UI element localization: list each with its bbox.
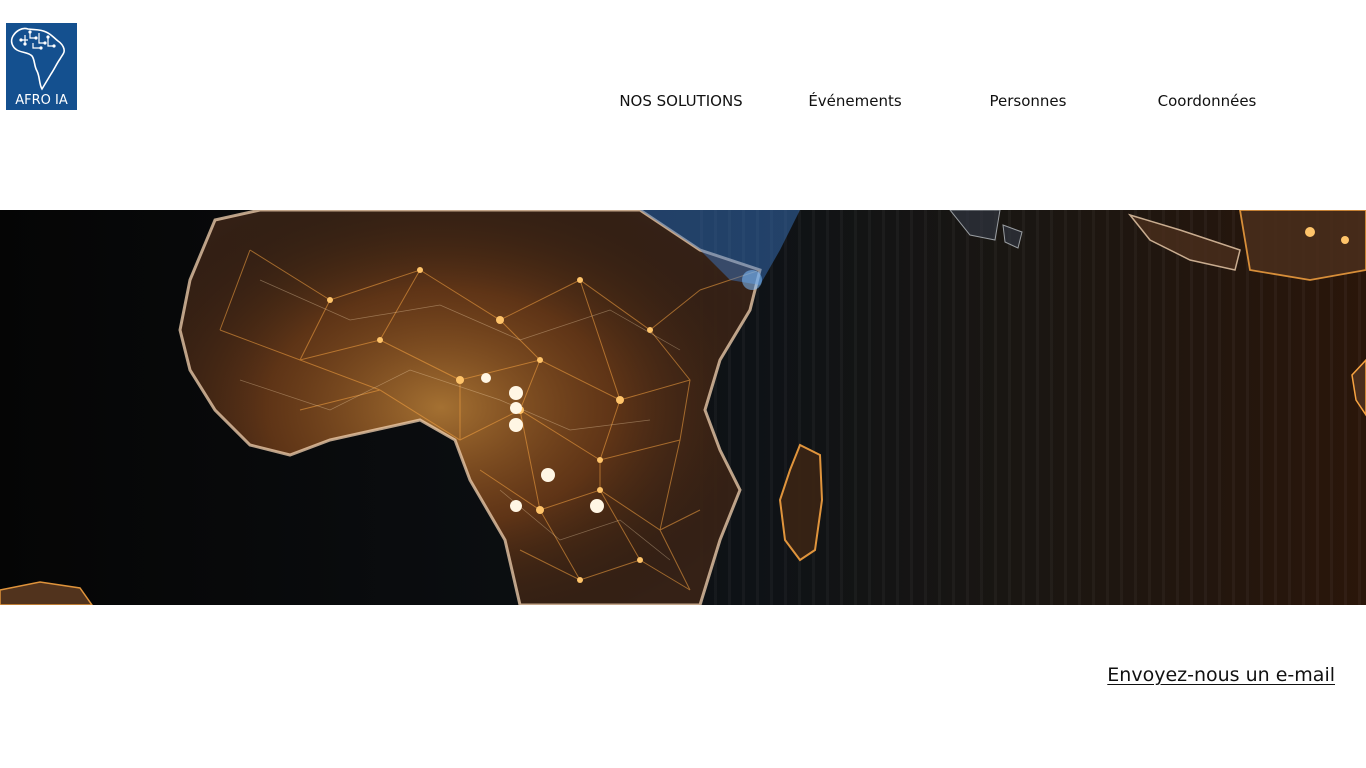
nav-item-personnes[interactable]: Personnes xyxy=(952,90,1104,112)
email-us-link[interactable]: Envoyez-nous un e-mail xyxy=(1107,664,1335,686)
hero-banner xyxy=(0,210,1366,605)
nav-item-coordonnees[interactable]: Coordonnées xyxy=(1128,90,1286,112)
glowing-africa-network-map xyxy=(0,210,1366,605)
main-navigation: NOS SOLUTIONS Événements Personnes Coord… xyxy=(0,90,1366,112)
nav-item-evenements[interactable]: Événements xyxy=(778,90,932,112)
nav-item-solutions[interactable]: NOS SOLUTIONS xyxy=(600,90,762,112)
page: AFRO IA NOS SOLUTIONS Événements Personn… xyxy=(0,0,1366,768)
